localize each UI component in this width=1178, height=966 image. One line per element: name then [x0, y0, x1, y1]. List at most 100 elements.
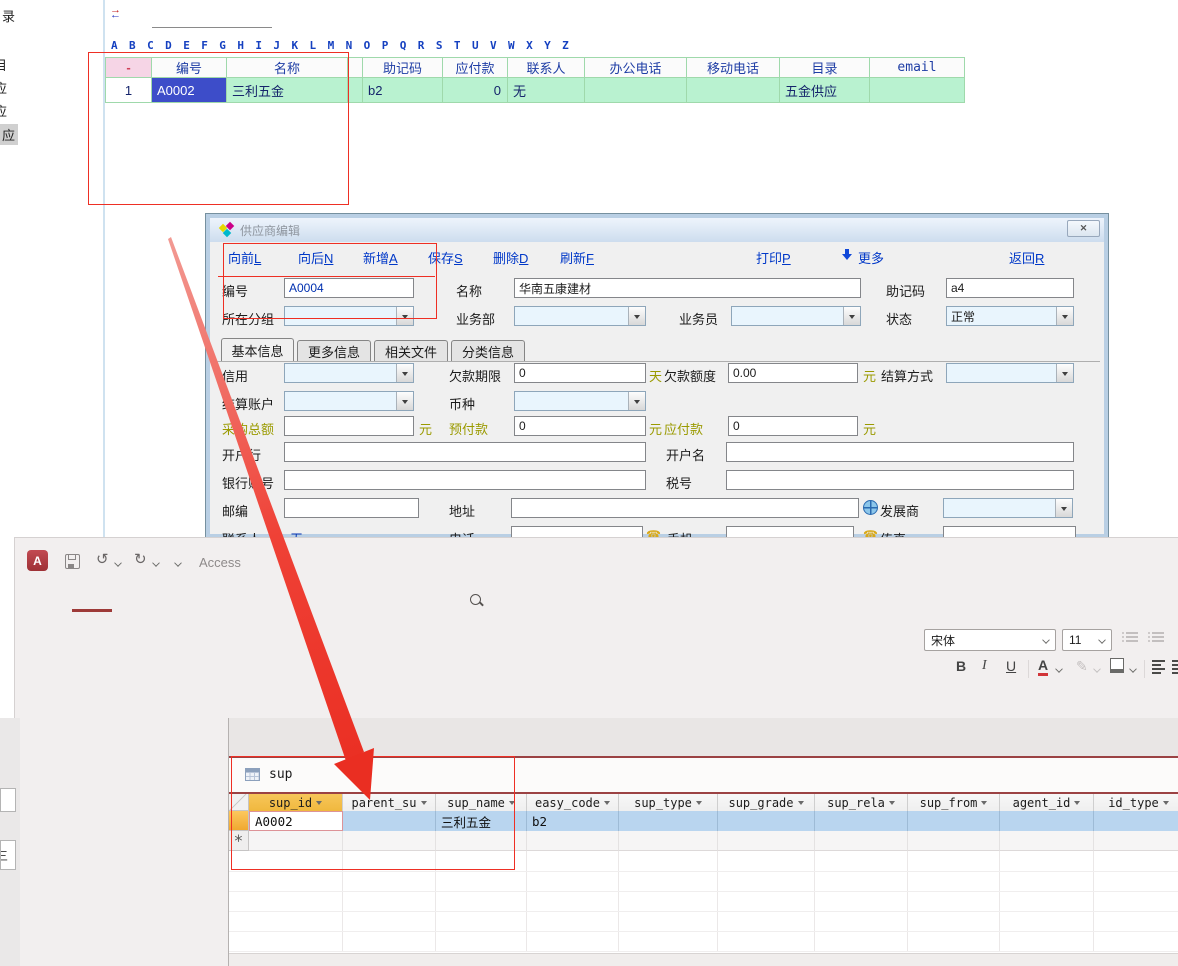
- zip-input[interactable]: [284, 498, 419, 518]
- document-tab-sup[interactable]: sup: [269, 767, 292, 782]
- column-letter[interactable]: K: [291, 39, 298, 52]
- datasheet-cell[interactable]: [619, 811, 718, 831]
- column-letter[interactable]: G: [219, 39, 226, 52]
- tab-more-info[interactable]: 更多信息: [297, 340, 371, 361]
- bold-button[interactable]: B: [956, 658, 966, 674]
- column-dropdown-icon[interactable]: [604, 801, 610, 808]
- datasheet-empty-cell[interactable]: [1000, 831, 1094, 851]
- datasheet-empty-cell[interactable]: [815, 831, 908, 851]
- datasheet-column-header[interactable]: agent_id: [1000, 794, 1094, 811]
- debt-term-input[interactable]: 0: [514, 363, 646, 383]
- group-combobox[interactable]: [284, 306, 414, 326]
- datasheet-empty-cell[interactable]: [343, 831, 436, 851]
- column-letter[interactable]: H: [237, 39, 244, 52]
- developer-combobox[interactable]: [943, 498, 1073, 518]
- column-letter[interactable]: Y: [544, 39, 551, 52]
- datasheet-cell[interactable]: [1094, 811, 1178, 831]
- numbering-icon[interactable]: [1152, 632, 1164, 642]
- column-letter[interactable]: A: [111, 39, 118, 52]
- grid-cell[interactable]: b2: [363, 78, 443, 103]
- column-letter[interactable]: N: [346, 39, 353, 52]
- nav-prev-button[interactable]: 向前L: [228, 248, 261, 267]
- grid-cell[interactable]: [687, 78, 780, 103]
- italic-button[interactable]: I: [982, 658, 987, 674]
- bullets-icon[interactable]: [1126, 632, 1138, 642]
- column-letter[interactable]: X: [526, 39, 533, 52]
- column-dropdown-icon[interactable]: [1163, 801, 1169, 808]
- column-letter[interactable]: S: [436, 39, 443, 52]
- refresh-button[interactable]: 刷新F: [560, 248, 594, 267]
- grid-cell[interactable]: [585, 78, 687, 103]
- name-input[interactable]: 华南五康建材: [514, 278, 861, 298]
- column-letter[interactable]: Q: [400, 39, 407, 52]
- tab-related-files[interactable]: 相关文件: [374, 340, 448, 361]
- grid-column-header[interactable]: -: [105, 57, 152, 78]
- column-dropdown-icon[interactable]: [798, 801, 804, 808]
- select-all-cell[interactable]: [229, 794, 249, 811]
- grid-cell[interactable]: 0: [443, 78, 508, 103]
- grid-column-header[interactable]: 移动电话: [687, 57, 780, 78]
- datasheet-column-header[interactable]: sup_id: [249, 794, 343, 811]
- column-dropdown-icon[interactable]: [509, 801, 515, 808]
- tab-category-info[interactable]: 分类信息: [451, 340, 525, 361]
- datasheet-new-row[interactable]: [249, 831, 1178, 851]
- grid-cell[interactable]: 无: [508, 78, 585, 103]
- grid-cell[interactable]: 1: [105, 78, 152, 103]
- column-letter[interactable]: T: [454, 39, 461, 52]
- access-logo-icon[interactable]: A: [27, 550, 48, 571]
- datasheet-column-header[interactable]: sup_type: [619, 794, 718, 811]
- grid-column-header[interactable]: 办公电话: [585, 57, 687, 78]
- qat-customize-icon[interactable]: [174, 559, 182, 567]
- search-icon[interactable]: [470, 594, 481, 605]
- align-center-icon[interactable]: [1172, 660, 1178, 674]
- address-input[interactable]: [511, 498, 859, 518]
- column-letter[interactable]: J: [273, 39, 280, 52]
- column-letter[interactable]: I: [255, 39, 262, 52]
- redo-icon[interactable]: ↻: [134, 550, 147, 568]
- column-dropdown-icon[interactable]: [316, 801, 322, 808]
- column-letter[interactable]: O: [364, 39, 371, 52]
- column-dropdown-icon[interactable]: [696, 801, 702, 808]
- grid-cell[interactable]: [870, 78, 965, 103]
- new-record-selector[interactable]: *: [229, 831, 249, 851]
- grid-column-header[interactable]: 编号: [152, 57, 227, 78]
- font-size-combobox[interactable]: 11: [1062, 629, 1112, 651]
- dept-combobox[interactable]: [514, 306, 646, 326]
- datasheet-cell[interactable]: [815, 811, 908, 831]
- column-letter[interactable]: L: [310, 39, 317, 52]
- font-color-button[interactable]: A: [1038, 658, 1048, 676]
- delete-button[interactable]: 删除D: [493, 248, 528, 267]
- save-button[interactable]: 保存S: [428, 248, 463, 267]
- datasheet-column-header[interactable]: sup_name: [436, 794, 527, 811]
- datasheet-column-header[interactable]: easy_code: [527, 794, 619, 811]
- grid-column-header[interactable]: 名称: [227, 57, 348, 78]
- nav-next-button[interactable]: 向后N: [298, 248, 333, 267]
- grid-column-header[interactable]: [348, 57, 363, 78]
- add-button[interactable]: 新增A: [363, 248, 398, 267]
- fill-color-icon[interactable]: [1110, 658, 1124, 673]
- column-dropdown-icon[interactable]: [889, 801, 895, 808]
- datasheet-cell[interactable]: [343, 811, 436, 831]
- highlight-button[interactable]: ✎: [1076, 658, 1088, 675]
- close-icon[interactable]: ✕: [1067, 220, 1100, 237]
- datasheet-empty-cell[interactable]: [249, 831, 343, 851]
- grid-cell-selected[interactable]: A0002: [152, 78, 227, 103]
- currency-combobox[interactable]: [514, 391, 646, 411]
- tab-basic-info[interactable]: 基本信息: [221, 338, 294, 361]
- column-letter[interactable]: V: [490, 39, 497, 52]
- column-dropdown-icon[interactable]: [421, 801, 427, 808]
- mnemonic-input[interactable]: a4: [946, 278, 1074, 298]
- datasheet-cell[interactable]: [1000, 811, 1094, 831]
- datasheet-empty-cell[interactable]: [1094, 831, 1178, 851]
- back-button[interactable]: 返回R: [1009, 248, 1044, 267]
- column-letter[interactable]: Z: [562, 39, 569, 52]
- undo-icon[interactable]: ↺: [96, 550, 109, 568]
- save-icon[interactable]: [65, 554, 80, 569]
- datasheet-empty-cell[interactable]: [908, 831, 1000, 851]
- bank-account-input[interactable]: [284, 470, 646, 490]
- column-dropdown-icon[interactable]: [1074, 801, 1080, 808]
- settle-account-combobox[interactable]: [284, 391, 414, 411]
- column-letter[interactable]: P: [382, 39, 389, 52]
- credit-combobox[interactable]: [284, 363, 414, 383]
- datasheet-column-header[interactable]: sup_grade: [718, 794, 815, 811]
